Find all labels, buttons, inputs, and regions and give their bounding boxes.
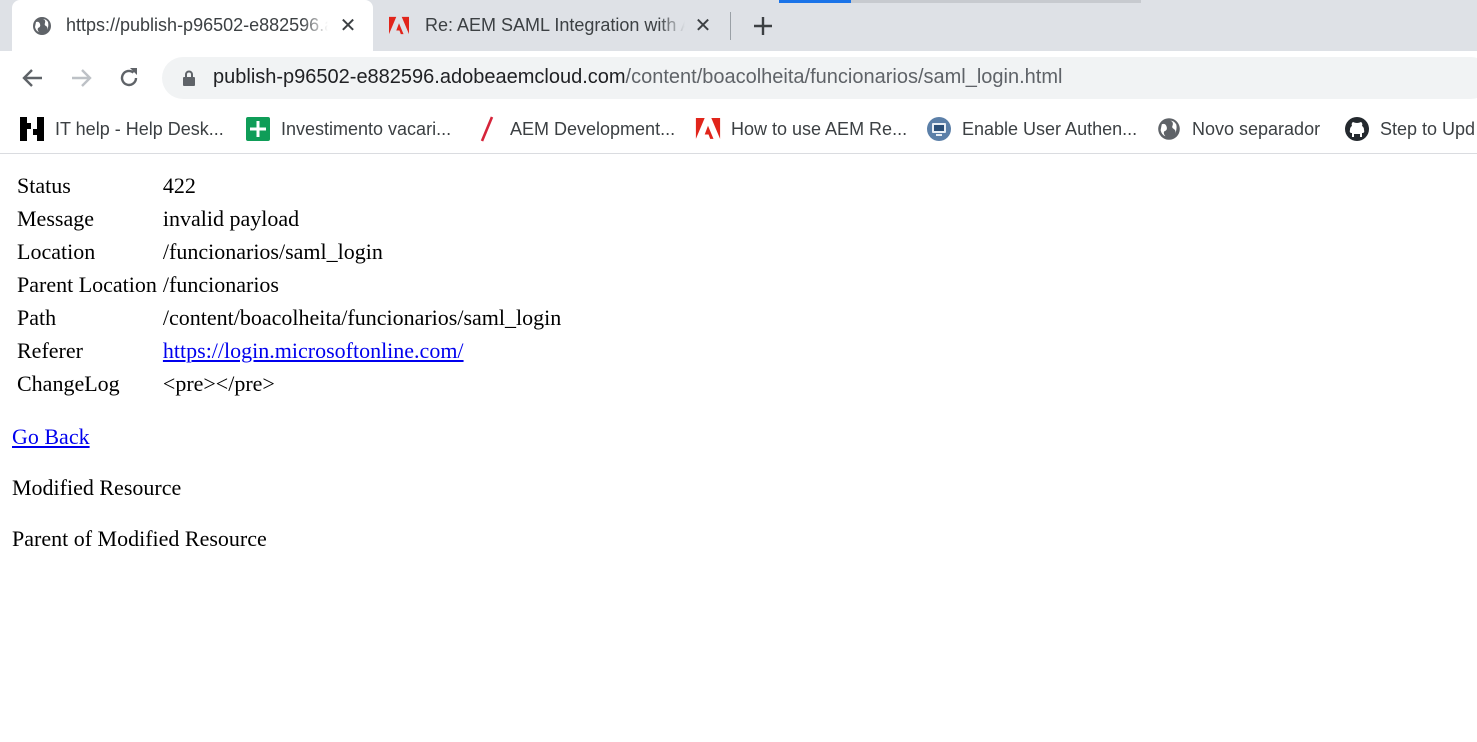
row-value: <pre></pre> [162, 371, 275, 396]
toolbar: publish-p96502-e882596.adobeaemcloud.com… [0, 51, 1477, 105]
address-bar[interactable]: publish-p96502-e882596.adobeaemcloud.com… [162, 57, 1477, 99]
bookmark-step-to-update[interactable]: Step to Upd [1344, 115, 1475, 143]
forward-arrow-icon [72, 69, 92, 87]
row-value: /funcionarios/saml_login [162, 239, 383, 264]
table-row: Status 422 [17, 169, 561, 202]
row-value: /content/boacolheita/funcionarios/saml_l… [162, 305, 562, 330]
plus-icon [754, 17, 772, 35]
table-row: Referer https://login.microsoftonline.com… [17, 334, 561, 367]
row-value: invalid payload [162, 206, 300, 231]
tab-separator [730, 12, 731, 40]
url-text[interactable]: publish-p96502-e882596.adobeaemcloud.com… [213, 66, 1062, 89]
row-key: Status [17, 173, 71, 198]
tab-inactive[interactable]: Re: AEM SAML Integration with Azure AD ✕ [373, 0, 728, 51]
url-path: /content/boacolheita/funcionarios/saml_l… [625, 66, 1063, 88]
table-row: Location/funcionarios/saml_login [17, 235, 561, 268]
bookmark-novo-separador[interactable]: Novo separador [1156, 115, 1320, 143]
modified-resource-text: Modified Resource [12, 475, 182, 500]
bookmark-enable-user-auth[interactable]: Enable User Authen... [926, 115, 1137, 143]
lock-icon[interactable] [180, 69, 198, 87]
row-key: Parent Location [17, 272, 157, 297]
reload-button[interactable] [115, 64, 143, 92]
go-back-link[interactable]: Go Back [12, 424, 90, 450]
tab-title: Re: AEM SAML Integration with Azure AD [425, 15, 685, 35]
globe-icon [32, 16, 52, 36]
close-icon[interactable]: ✕ [337, 14, 359, 37]
page-content: Status 422 Message invalid payload Locatio… [0, 154, 1477, 742]
reload-icon [120, 68, 138, 87]
row-value: 422 [162, 173, 196, 198]
bookmark-it-help[interactable]: IT help - Help Desk... [19, 115, 224, 143]
row-key: Message [17, 206, 94, 231]
close-icon[interactable]: ✕ [692, 14, 714, 37]
url-host: publish-p96502-e882596.adobeaemcloud.com [213, 66, 626, 88]
table-row: ChangeLog <pre></pre> [17, 367, 561, 400]
row-value: /funcionarios [162, 272, 279, 297]
bookmark-aem-development[interactable]: AEM Development... [474, 115, 675, 143]
row-key: ChangeLog [17, 371, 120, 396]
back-arrow-icon [22, 69, 42, 87]
back-button[interactable] [19, 64, 47, 92]
tab-strip: https://publish-p96502-e882596.adobeaemc… [0, 0, 1477, 51]
referer-link[interactable]: https://login.microsoftonline.com/ [163, 338, 464, 363]
monitor-icon [926, 116, 952, 142]
parent-modified-resource-text: Parent of Modified Resource [12, 526, 267, 551]
new-tab-button[interactable] [749, 12, 777, 40]
table-row: Message invalid payload [17, 202, 561, 235]
tab-title: https://publish-p96502-e882596.adobeaemc… [66, 15, 328, 35]
bookmarks-bar: IT help - Help Desk... Investimento vaca… [0, 105, 1477, 154]
table-row: Parent Location/funcionarios [17, 268, 561, 301]
tab-strip-indicator [851, 0, 1141, 3]
row-value: https://login.microsoftonline.com/ [163, 334, 561, 367]
globe-icon [1156, 116, 1182, 142]
tab-active[interactable]: https://publish-p96502-e882596.adobeaemc… [12, 0, 373, 51]
bookmark-how-to-use-aem[interactable]: How to use AEM Re... [695, 115, 907, 143]
row-key: Location [17, 239, 96, 264]
adobe-icon [695, 116, 721, 142]
table-row: Path/content/boacolheita/funcionarios/sa… [17, 301, 561, 334]
sheets-plus-icon [245, 116, 271, 142]
status-table: Status 422 Message invalid payload Locatio… [14, 169, 564, 400]
row-key: Referer [17, 338, 83, 363]
slash-icon [474, 116, 500, 142]
forward-button[interactable] [67, 64, 95, 92]
tab-loading-indicator [779, 0, 851, 3]
bookmark-investimento[interactable]: Investimento vacari... [245, 115, 451, 143]
helpdesk-icon [19, 116, 45, 142]
row-key: Path [17, 305, 57, 330]
adobe-icon [389, 16, 409, 36]
github-icon [1344, 116, 1370, 142]
